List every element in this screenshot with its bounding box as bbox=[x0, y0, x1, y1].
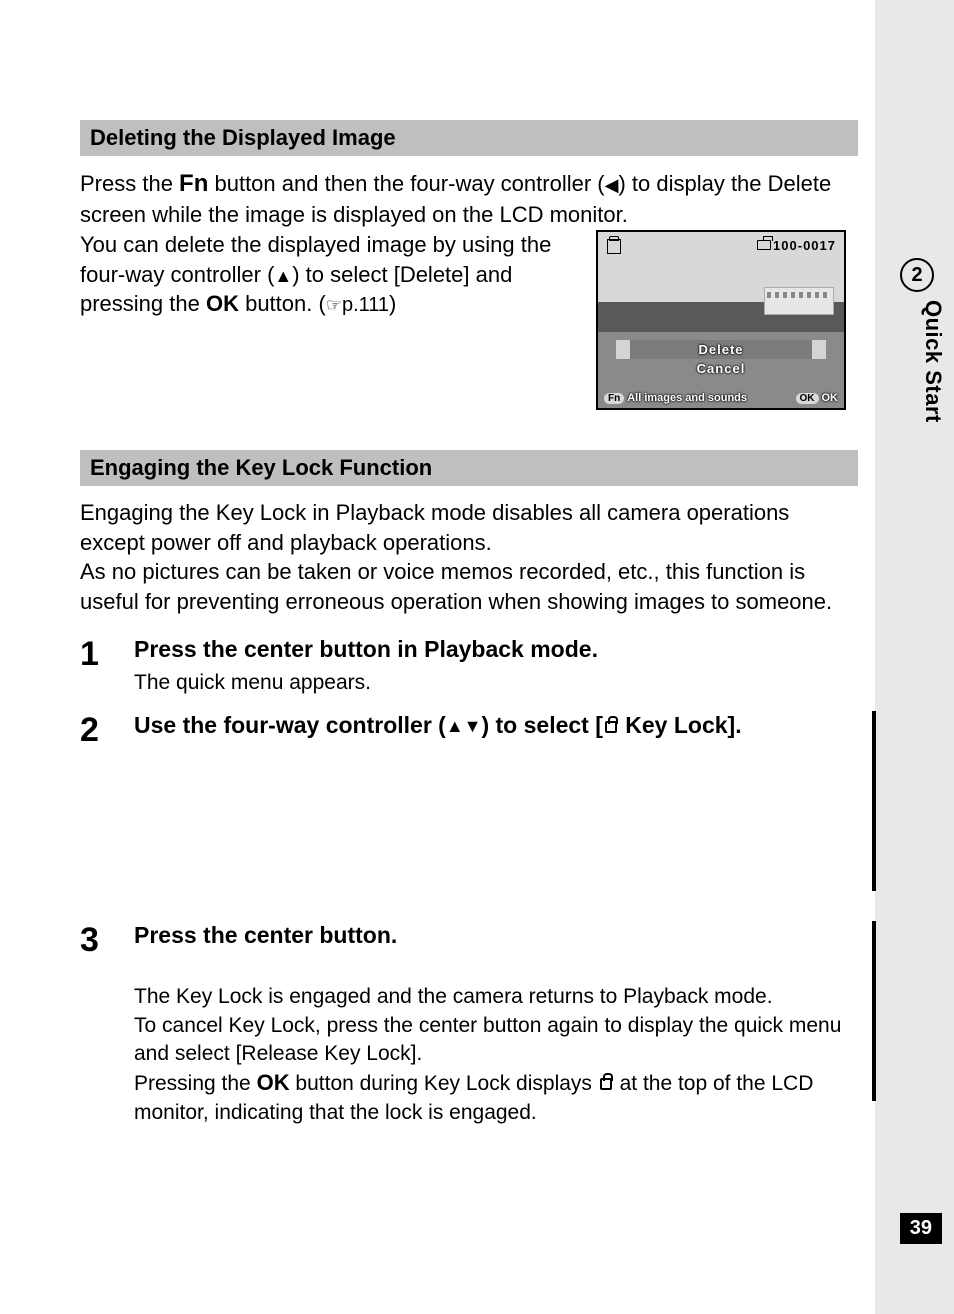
text: ) to select [ bbox=[481, 712, 602, 738]
lock-icon bbox=[600, 1078, 612, 1090]
lcd-bottom-right: OKOK bbox=[796, 392, 839, 404]
text: Use the four-way controller ( bbox=[134, 712, 446, 738]
lcd-menu-cancel: Cancel bbox=[616, 359, 826, 378]
up-arrow-icon: ▲ bbox=[274, 266, 292, 286]
para-keylock: Engaging the Key Lock in Playback mode d… bbox=[80, 498, 858, 617]
file-number-text: 100-0017 bbox=[773, 238, 836, 253]
step-title: Use the four-way controller (▲▼) to sele… bbox=[134, 711, 858, 741]
lcd-screenshot-locked: 100-0038 09/25/2004 14:25 bbox=[872, 921, 876, 1101]
lcd-screenshot-quickmenu: 100-0038 RECStart Key Lock Slideshow 200… bbox=[872, 711, 876, 891]
lock-icon bbox=[605, 721, 617, 733]
text: button. ( bbox=[239, 291, 326, 316]
step-number: 2 bbox=[80, 711, 110, 750]
file-number: 100-0017 bbox=[757, 236, 836, 254]
left-arrow-icon: ◀ bbox=[605, 175, 619, 195]
step-1: 1 Press the center button in Playback mo… bbox=[80, 635, 858, 697]
trash-icon bbox=[606, 236, 622, 254]
para-delete-2: You can delete the displayed image by us… bbox=[80, 230, 580, 319]
step-2: 2 Use the four-way controller (▲▼) to se… bbox=[80, 711, 858, 750]
reference-icon: ☞ bbox=[326, 295, 342, 315]
chapter-number-badge: 2 bbox=[900, 258, 934, 292]
lcd-bottom-left: FnAll images and sounds bbox=[604, 392, 747, 404]
section-heading-keylock: Engaging the Key Lock Function bbox=[80, 450, 858, 486]
page-number: 39 bbox=[900, 1213, 942, 1244]
fn-badge: Fn bbox=[604, 393, 624, 404]
step-desc: The Key Lock is engaged and the camera r… bbox=[134, 955, 858, 1127]
text: OK bbox=[822, 392, 839, 404]
chapter-label: Quick Start bbox=[920, 300, 946, 423]
side-tab: 2 Quick Start 39 bbox=[875, 0, 954, 1314]
fn-label: Fn bbox=[179, 170, 208, 197]
text: Key Lock]. bbox=[619, 712, 742, 738]
step-desc: The quick menu appears. bbox=[134, 669, 858, 697]
text: button and then the four-way controller … bbox=[208, 171, 604, 196]
step-number: 1 bbox=[80, 635, 110, 697]
text: ) bbox=[389, 291, 396, 316]
step-3: 3 Press the center button. The Key Lock … bbox=[80, 921, 858, 1127]
ok-label: OK bbox=[257, 1070, 290, 1095]
ok-badge: OK bbox=[796, 393, 819, 404]
ok-label: OK bbox=[206, 291, 239, 316]
step-title: Press the center button. bbox=[134, 921, 858, 951]
step-title: Press the center button in Playback mode… bbox=[134, 635, 858, 665]
text: All images and sounds bbox=[627, 392, 747, 404]
step-number: 3 bbox=[80, 921, 110, 1127]
lcd-screenshot-delete: 100-0017 Delete Cancel FnAll images and … bbox=[596, 230, 846, 410]
page-content: Deleting the Displayed Image Press the F… bbox=[0, 0, 875, 1314]
text: Press the bbox=[80, 171, 179, 196]
up-down-arrow-icon: ▲▼ bbox=[446, 716, 482, 736]
text: button during Key Lock displays bbox=[290, 1072, 598, 1095]
para-delete-1: Press the Fn button and then the four-wa… bbox=[80, 168, 858, 230]
page-reference: p.111 bbox=[342, 294, 389, 316]
section-heading-deleting: Deleting the Displayed Image bbox=[80, 120, 858, 156]
folder-icon bbox=[757, 240, 771, 250]
lcd-menu-delete: Delete bbox=[616, 340, 826, 359]
